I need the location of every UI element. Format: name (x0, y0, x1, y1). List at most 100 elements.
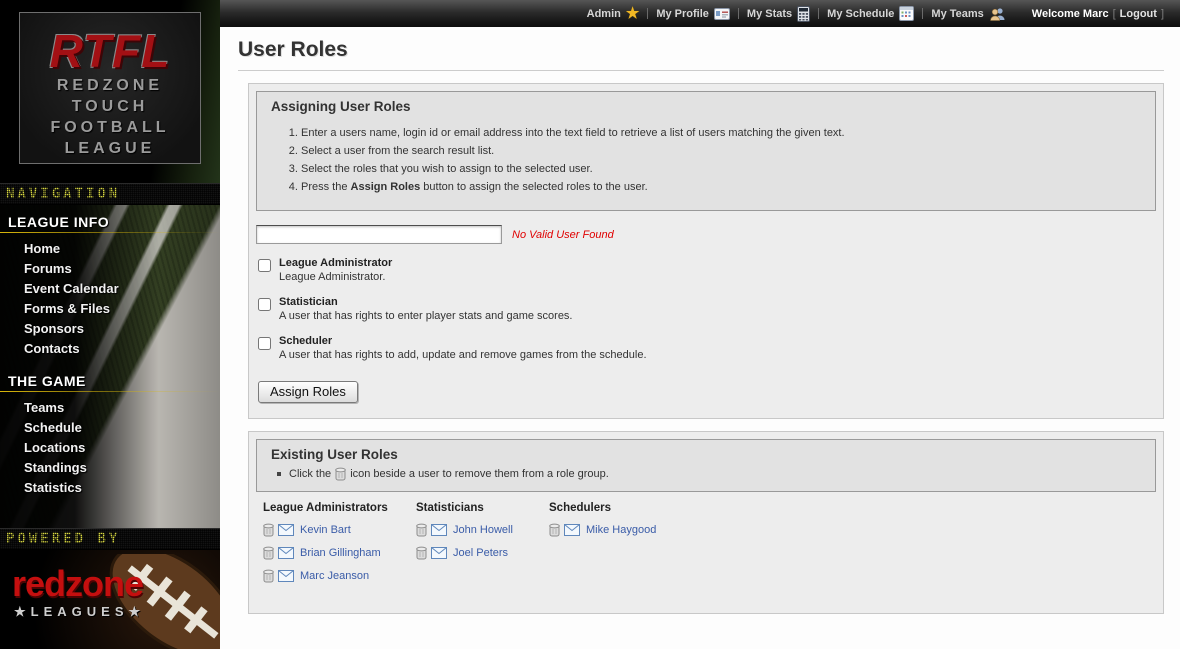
note-prefix: Click the (289, 468, 331, 480)
assign-roles-button[interactable]: Assign Roles (258, 381, 358, 403)
topbar-separator (647, 8, 648, 19)
rtfl-logo-line: TOUCH (20, 96, 200, 117)
role-checkbox-league-administrator[interactable] (258, 259, 271, 272)
email-user-button[interactable] (278, 570, 294, 582)
role-groups: League Administrators Kevin Bart Brian G… (256, 492, 1156, 606)
topnav-my-stats[interactable]: My Stats (747, 6, 810, 22)
bin-icon (416, 546, 427, 560)
rtfl-logo[interactable]: RTFL REDZONE TOUCH FOOTBALL LEAGUE (19, 12, 201, 164)
page-title: User Roles (238, 38, 1164, 62)
sidebar-item-home[interactable]: Home (0, 239, 220, 259)
group-title: Statisticians (416, 502, 549, 514)
powered-by-strip-label: POWERED BY (6, 531, 120, 547)
user-link[interactable]: Marc Jeanson (300, 570, 369, 582)
topnav-my-schedule[interactable]: My Schedule (827, 6, 914, 21)
redzone-leagues-logo[interactable]: redzone ★LEAGUES★ (0, 550, 220, 649)
user-search-input[interactable] (256, 225, 502, 244)
star-icon: ★ (626, 7, 639, 21)
sidebar-item-statistics[interactable]: Statistics (0, 478, 220, 498)
remove-user-button[interactable] (549, 523, 560, 537)
step4-bold: Assign Roles (351, 181, 421, 193)
email-user-button[interactable] (564, 524, 580, 536)
assigning-instructions-box: Assigning User Roles Enter a users name,… (256, 91, 1156, 211)
email-user-button[interactable] (278, 524, 294, 536)
remove-user-button[interactable] (263, 523, 274, 537)
remove-user-button[interactable] (263, 569, 274, 583)
role-name: Scheduler (279, 335, 647, 347)
user-row: John Howell (416, 523, 549, 537)
calculator-icon (797, 6, 810, 22)
topnav-my-teams[interactable]: My Teams (931, 7, 1005, 21)
topnav-my-teams-label: My Teams (931, 8, 983, 20)
instruction-step: Enter a users name, login id or email ad… (301, 124, 1141, 142)
topbar-separator (922, 8, 923, 19)
main-content: User Roles Assigning User Roles Enter a … (220, 27, 1180, 649)
sidebar-item-schedule[interactable]: Schedule (0, 418, 220, 438)
remove-user-button[interactable] (416, 546, 427, 560)
role-option-league-administrator: League Administrator League Administrato… (256, 257, 1156, 283)
sidebar-menu: LEAGUE INFO Home Forums Event Calendar F… (0, 205, 220, 528)
assigning-box-title: Assigning User Roles (271, 99, 1141, 114)
topnav-my-profile-label: My Profile (656, 8, 709, 20)
bin-icon (416, 523, 427, 537)
sidebar-item-contacts[interactable]: Contacts (0, 339, 220, 359)
role-checkbox-statistician[interactable] (258, 298, 271, 311)
redzone-wordmark: redzone (12, 566, 143, 602)
app-root: RTFL REDZONE TOUCH FOOTBALL LEAGUE NAVIG… (0, 0, 1180, 649)
topbar-separator (738, 8, 739, 19)
sidebar-item-locations[interactable]: Locations (0, 438, 220, 458)
role-description: League Administrator. (279, 271, 392, 283)
topnav-admin-label: Admin (587, 8, 621, 20)
role-checkbox-scheduler[interactable] (258, 337, 271, 350)
menu-section-the-game: THE GAME Teams Schedule Locations Standi… (0, 373, 220, 498)
user-search-row: No Valid User Found (256, 225, 1156, 244)
topbar-nav: Admin ★ My Profile My Stats My Schedule … (587, 6, 1006, 22)
group-statisticians: Statisticians John Howell Joel Peters (416, 502, 549, 592)
email-icon (278, 524, 294, 536)
instruction-step: Select the roles that you wish to assign… (301, 160, 1141, 178)
email-user-button[interactable] (278, 547, 294, 559)
topnav-my-profile[interactable]: My Profile (656, 8, 730, 20)
menu-underline (0, 232, 220, 233)
user-link[interactable]: Mike Haygood (586, 524, 656, 536)
user-link[interactable]: John Howell (453, 524, 513, 536)
league-logo-area: RTFL REDZONE TOUCH FOOTBALL LEAGUE (0, 0, 220, 183)
user-link[interactable]: Joel Peters (453, 547, 508, 559)
sidebar-item-teams[interactable]: Teams (0, 398, 220, 418)
email-icon (278, 570, 294, 582)
bin-icon (263, 523, 274, 537)
role-name: Statistician (279, 296, 573, 308)
step4-suffix: button to assign the selected roles to t… (420, 181, 647, 193)
email-icon (431, 524, 447, 536)
email-user-button[interactable] (431, 524, 447, 536)
logout-bracket-left: [ (1113, 8, 1116, 20)
remove-user-button[interactable] (263, 546, 274, 560)
logout-link[interactable]: Logout (1120, 8, 1157, 20)
welcome-text: Welcome Marc (1032, 8, 1109, 20)
user-link[interactable]: Kevin Bart (300, 524, 351, 536)
sidebar-item-forums[interactable]: Forums (0, 259, 220, 279)
email-user-button[interactable] (431, 547, 447, 559)
sidebar: RTFL REDZONE TOUCH FOOTBALL LEAGUE NAVIG… (0, 0, 220, 649)
user-link[interactable]: Brian Gillingham (300, 547, 381, 559)
role-option-scheduler: Scheduler A user that has rights to add,… (256, 335, 1156, 361)
no-valid-user-message: No Valid User Found (512, 229, 614, 241)
group-schedulers: Schedulers Mike Haygood (549, 502, 656, 592)
user-row: Brian Gillingham (263, 546, 416, 560)
sidebar-item-event-calendar[interactable]: Event Calendar (0, 279, 220, 299)
title-divider (238, 70, 1164, 71)
powered-by-strip: POWERED BY (0, 528, 220, 550)
role-text: League Administrator League Administrato… (279, 257, 392, 283)
sidebar-item-forms-files[interactable]: Forms & Files (0, 299, 220, 319)
navigation-strip: NAVIGATION (0, 183, 220, 205)
topnav-admin[interactable]: Admin ★ (587, 7, 640, 21)
sidebar-item-sponsors[interactable]: Sponsors (0, 319, 220, 339)
remove-user-button[interactable] (416, 523, 427, 537)
welcome-area: Welcome Marc [ Logout ] (1032, 8, 1168, 20)
sidebar-item-standings[interactable]: Standings (0, 458, 220, 478)
email-icon (431, 547, 447, 559)
menu-underline (0, 391, 220, 392)
rtfl-logo-line: FOOTBALL (20, 117, 200, 138)
topnav-my-schedule-label: My Schedule (827, 8, 894, 20)
rtfl-logo-line: REDZONE (20, 75, 200, 96)
